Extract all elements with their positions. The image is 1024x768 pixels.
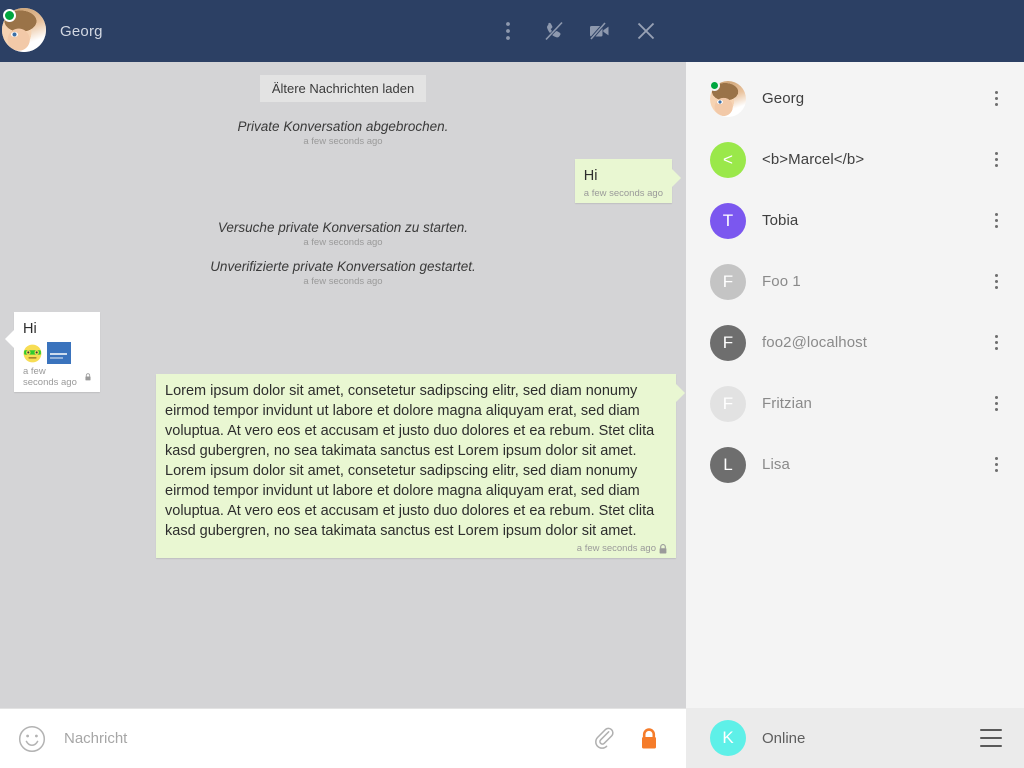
message-text: Lorem ipsum dolor sit amet, consetetur s… — [165, 383, 655, 539]
message-text: Hi — [23, 321, 37, 337]
message-timestamp: a few seconds ago — [23, 366, 77, 388]
contact-list-item-fritzian[interactable]: F Fritzian — [686, 373, 1024, 434]
system-message: Versuche private Konversation zu starten… — [0, 220, 686, 248]
avatar[interactable] — [2, 8, 48, 54]
emoji-picker-icon[interactable] — [18, 725, 46, 753]
contact-list-item-foo2-localhost[interactable]: F foo2@localhost — [686, 312, 1024, 373]
avatar-initial: F — [722, 332, 734, 352]
system-message: Private Konversation abgebrochen. a few … — [0, 119, 686, 147]
contact-list-item-tobia[interactable]: T Tobia — [686, 190, 1024, 251]
avatar: F — [710, 324, 746, 361]
avatar — [709, 79, 746, 117]
avatar: < — [710, 141, 746, 178]
avatar: F — [710, 385, 746, 422]
main-menu-icon[interactable] — [980, 729, 1002, 747]
contact-sidebar: Georg < <b>Marcel</b> T Tobia F Foo 1 F … — [686, 62, 1024, 768]
avatar-initial: K — [722, 728, 734, 747]
message-row-outgoing: Hi a few seconds ago — [0, 159, 686, 203]
contact-name: Foo 1 — [762, 273, 801, 290]
contact-options-icon[interactable] — [986, 209, 1006, 233]
message-bubble[interactable]: Hi a few seconds ago — [5, 312, 100, 392]
encryption-lock-icon — [85, 373, 91, 381]
avatar-initial: < — [723, 149, 733, 169]
close-icon[interactable] — [634, 18, 658, 44]
message-timestamp: a few seconds ago — [583, 188, 663, 199]
contact-options-icon[interactable] — [986, 453, 1006, 477]
image-thumbnail-line — [50, 353, 67, 355]
contact-name: <b>Marcel</b> — [762, 151, 865, 168]
account-avatar[interactable]: K — [710, 720, 746, 756]
message-list[interactable]: Ältere Nachrichten laden Private Konvers… — [0, 62, 686, 708]
contact-name: Tobia — [762, 212, 799, 229]
image-thumbnail-line — [50, 357, 63, 359]
system-message-time: a few seconds ago — [303, 276, 383, 287]
contact-name: foo2@localhost — [762, 334, 868, 351]
message-meta: a few seconds ago — [584, 188, 663, 199]
message-bubble[interactable]: Hi a few seconds ago — [574, 159, 682, 203]
message-row-outgoing: Lorem ipsum dolor sit amet, consetetur s… — [156, 374, 685, 558]
encryption-lock-icon — [659, 543, 667, 553]
contact-list-item-marcel[interactable]: < <b>Marcel</b> — [686, 129, 1024, 190]
contact-options-icon[interactable] — [986, 331, 1006, 355]
presence-online-indicator — [3, 9, 16, 22]
chat-column: Ältere Nachrichten laden Private Konvers… — [0, 62, 686, 768]
account-status-bar: K Online — [686, 708, 1024, 768]
more-options-icon[interactable] — [496, 18, 520, 44]
system-message-text: Private Konversation abgebrochen. — [237, 119, 449, 134]
contact-options-icon[interactable] — [986, 392, 1006, 416]
avatar-initial: L — [723, 454, 733, 474]
avatar-initial: F — [722, 393, 734, 413]
conversation-header: Georg — [0, 0, 1024, 62]
attach-file-icon[interactable] — [590, 724, 620, 754]
status-badge[interactable]: Online — [762, 730, 980, 747]
load-older-messages-button[interactable]: Ältere Nachrichten laden — [259, 75, 427, 102]
message-composer — [0, 708, 686, 768]
contact-list[interactable]: Georg < <b>Marcel</b> T Tobia F Foo 1 F … — [686, 62, 1024, 708]
presence-online-indicator — [709, 79, 720, 91]
call-disabled-icon[interactable] — [542, 18, 566, 44]
message-row-incoming: Hi a few seconds ago — [5, 312, 100, 392]
contact-list-item-lisa[interactable]: L Lisa — [686, 434, 1024, 495]
conversation-header-actions — [496, 18, 686, 44]
load-older-row: Ältere Nachrichten laden — [0, 75, 686, 102]
message-timestamp: a few seconds ago — [576, 543, 656, 554]
system-message-time: a few seconds ago — [303, 237, 383, 248]
nerd-face-emoji-icon — [23, 344, 42, 362]
page-title: Georg — [60, 22, 103, 40]
contact-name: Fritzian — [762, 395, 812, 412]
encryption-lock-toggle-icon[interactable] — [634, 724, 664, 754]
chat-application: Georg Ältere Nachrichten laden Private K… — [0, 0, 1024, 768]
contact-list-item-georg[interactable]: Georg — [686, 68, 1024, 129]
message-meta: a few seconds ago — [23, 366, 91, 388]
app-body: Ältere Nachrichten laden Private Konvers… — [0, 62, 1024, 768]
message-input[interactable] — [64, 730, 576, 747]
system-message-text: Versuche private Konversation zu starten… — [217, 220, 469, 235]
message-meta: a few seconds ago — [165, 543, 667, 554]
avatar: L — [710, 446, 746, 483]
system-message-text: Unverifizierte private Konversation gest… — [210, 259, 476, 274]
contact-options-icon[interactable] — [986, 148, 1006, 172]
contact-options-icon[interactable] — [986, 270, 1006, 294]
avatar: F — [710, 263, 746, 300]
avatar: T — [710, 202, 746, 239]
contact-options-icon[interactable] — [986, 87, 1006, 111]
system-message: Unverifizierte private Konversation gest… — [0, 259, 686, 287]
message-attachments — [23, 342, 91, 364]
contact-list-item-foo-1[interactable]: F Foo 1 — [686, 251, 1024, 312]
avatar-initial: T — [722, 210, 734, 230]
image-thumbnail[interactable] — [47, 342, 71, 364]
contact-name: Georg — [762, 90, 805, 107]
conversation-header-left: Georg — [0, 8, 686, 54]
contact-name: Lisa — [762, 456, 790, 473]
video-disabled-icon[interactable] — [588, 18, 612, 44]
message-text: Hi — [583, 168, 598, 184]
system-message-time: a few seconds ago — [303, 136, 383, 147]
avatar-initial: F — [722, 271, 734, 291]
message-bubble[interactable]: Lorem ipsum dolor sit amet, consetetur s… — [156, 374, 685, 558]
